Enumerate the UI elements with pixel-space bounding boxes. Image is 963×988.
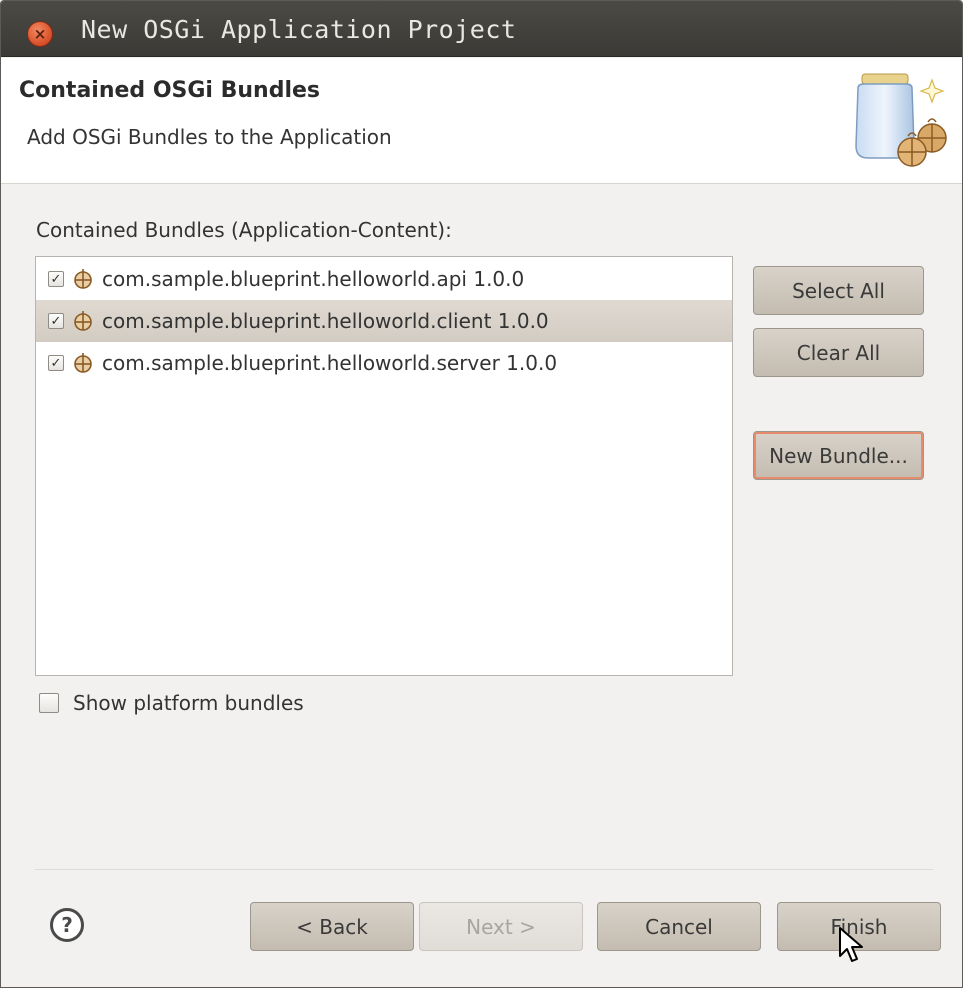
bundle-row-client[interactable]: ✓ com.sample.blueprint.helloworld.client…	[36, 300, 732, 342]
bundle-checkbox[interactable]: ✓	[48, 313, 64, 329]
show-platform-bundles-checkbox[interactable]	[39, 693, 59, 713]
select-all-button[interactable]: Select All	[753, 266, 924, 315]
footer-separator	[35, 869, 933, 870]
title-bar[interactable]: × New OSGi Application Project	[1, 1, 962, 57]
bundle-label: com.sample.blueprint.helloworld.api 1.0.…	[102, 267, 525, 291]
bundle-icon	[74, 353, 92, 373]
show-platform-bundles-option[interactable]: Show platform bundles	[39, 691, 304, 715]
wizard-banner: Contained OSGi Bundles Add OSGi Bundles …	[1, 58, 962, 184]
bundle-icon	[74, 269, 92, 289]
new-bundle-button[interactable]: New Bundle...	[753, 431, 924, 480]
cancel-button[interactable]: Cancel	[597, 902, 761, 951]
show-platform-bundles-label: Show platform bundles	[73, 691, 304, 715]
help-icon[interactable]: ?	[50, 908, 84, 942]
bundle-label: com.sample.blueprint.helloworld.server 1…	[102, 351, 558, 375]
bundle-checkbox[interactable]: ✓	[48, 271, 64, 287]
page-description: Add OSGi Bundles to the Application	[27, 125, 392, 149]
close-icon[interactable]: ×	[27, 21, 53, 47]
page-title: Contained OSGi Bundles	[19, 78, 321, 103]
jar-with-bundles-icon	[855, 73, 947, 167]
bundle-row-server[interactable]: ✓ com.sample.blueprint.helloworld.server…	[36, 342, 732, 384]
back-button[interactable]: < Back	[250, 902, 414, 951]
bundle-list-label: Contained Bundles (Application-Content):	[36, 218, 452, 242]
window-title: New OSGi Application Project	[81, 15, 517, 44]
bundle-list[interactable]: ✓ com.sample.blueprint.helloworld.api 1.…	[35, 256, 733, 676]
bundle-checkbox[interactable]: ✓	[48, 355, 64, 371]
dialog-window: × New OSGi Application Project Contained…	[0, 0, 963, 988]
clear-all-button[interactable]: Clear All	[753, 328, 924, 377]
bundle-icon	[74, 311, 92, 331]
next-button[interactable]: Next >	[419, 902, 583, 951]
bundle-label: com.sample.blueprint.helloworld.client 1…	[102, 309, 549, 333]
mouse-pointer-icon	[839, 927, 863, 962]
bundle-row-api[interactable]: ✓ com.sample.blueprint.helloworld.api 1.…	[36, 258, 732, 300]
